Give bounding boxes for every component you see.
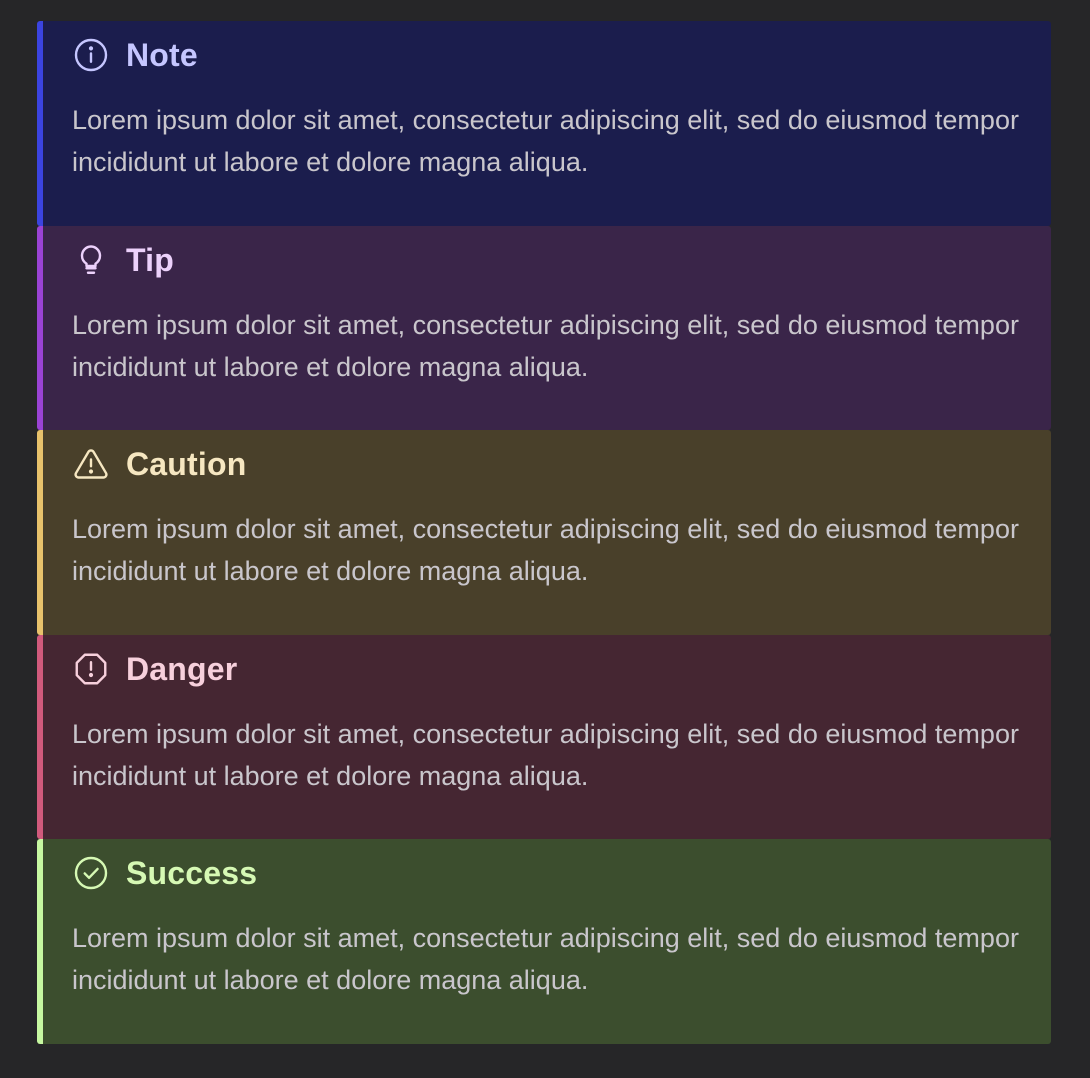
alert-octagon-icon	[73, 649, 113, 689]
callout-header: Danger	[73, 649, 237, 689]
callout-header: Note	[73, 35, 198, 75]
callout-title: Danger	[126, 650, 238, 687]
callout-caution: Caution Lorem ipsum dolor sit amet, cons…	[37, 430, 1051, 635]
callout-text: Lorem ipsum dolor sit amet, consectetur …	[72, 309, 1019, 382]
callout-text: Lorem ipsum dolor sit amet, consectetur …	[72, 718, 1019, 791]
callout-note: Note Lorem ipsum dolor sit amet, consect…	[37, 21, 1051, 226]
lightbulb-icon	[73, 240, 113, 280]
callout-header: Success	[73, 853, 257, 893]
callout-title: Caution	[126, 446, 247, 483]
callout-text: Lorem ipsum dolor sit amet, consectetur …	[72, 923, 1019, 996]
info-circle-icon	[73, 35, 113, 75]
callout-title: Success	[126, 855, 258, 892]
check-circle-icon	[73, 853, 113, 893]
warning-triangle-icon	[73, 444, 113, 484]
callout-header: Tip	[73, 240, 174, 280]
callout-title: Tip	[126, 241, 175, 278]
callout-text: Lorem ipsum dolor sit amet, consectetur …	[72, 105, 1019, 177]
callout-success: Success Lorem ipsum dolor sit amet, cons…	[37, 839, 1051, 1044]
callout-text: Lorem ipsum dolor sit amet, consectetur …	[72, 514, 1019, 587]
callout-stack: Note Lorem ipsum dolor sit amet, consect…	[37, 21, 1051, 1044]
callout-header: Caution	[73, 444, 247, 484]
callout-title: Note	[126, 37, 198, 73]
callout-tip: Tip Lorem ipsum dolor sit amet, consecte…	[37, 225, 1051, 431]
callout-danger: Danger Lorem ipsum dolor sit amet, conse…	[37, 634, 1051, 840]
